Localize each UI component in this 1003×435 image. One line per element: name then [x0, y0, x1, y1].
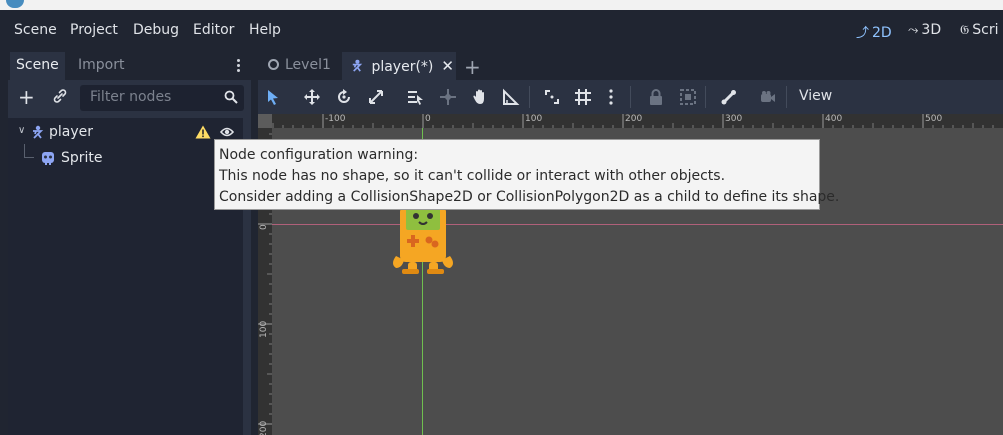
ruler-label: 200: [259, 420, 269, 435]
dock-menu-icon[interactable]: [237, 57, 243, 74]
smart-snap-icon[interactable]: [543, 88, 561, 106]
skeleton-bone-icon[interactable]: [720, 88, 738, 106]
2d-mode-icon: ⤴: [856, 26, 870, 41]
ruler-label: 0: [425, 114, 431, 124]
scene-dock: Scene Import + Filter nodes ∨ player Spr…: [8, 52, 251, 435]
pivot-tool-icon[interactable]: [439, 88, 457, 106]
close-tab-icon[interactable]: ✕: [441, 57, 454, 75]
snap-options-icon[interactable]: [607, 88, 615, 106]
ruler-corner: [258, 114, 272, 128]
scene-tabs: Level1 player(*) ✕ +: [258, 52, 1003, 80]
tooltip-line: Consider adding a CollisionShape2D or Co…: [219, 189, 840, 205]
menu-project[interactable]: Project: [70, 22, 118, 38]
ruler-label: 200: [625, 114, 643, 124]
list-select-tool-icon[interactable]: [406, 88, 424, 106]
mode-script-button[interactable]: 𝔊 Scri: [960, 22, 998, 38]
grid-snap-icon[interactable]: [574, 88, 592, 106]
visibility-eye-icon[interactable]: [219, 125, 235, 139]
x-axis-line: [272, 224, 1003, 225]
ruler-label: 100: [259, 320, 269, 338]
ruler-label: 0: [259, 224, 269, 230]
editor-area: Level1 player(*) ✕ + View -100 0 100 200…: [258, 52, 1003, 435]
scale-tool-icon[interactable]: [367, 88, 385, 106]
sprite-icon: [41, 151, 55, 165]
group-icon[interactable]: [679, 88, 697, 106]
node-warning-tooltip: Node configuration warning: This node ha…: [214, 139, 840, 210]
scene-tab-level1[interactable]: Level1: [268, 52, 342, 80]
menu-debug[interactable]: Debug: [133, 22, 179, 38]
menu-scene[interactable]: Scene: [14, 22, 57, 38]
select-tool-icon[interactable]: [264, 88, 282, 106]
add-node-icon[interactable]: +: [18, 85, 35, 109]
kinematic-body-icon: [30, 125, 44, 139]
window-titlebar: [0, 0, 1003, 10]
camera-icon[interactable]: [759, 88, 777, 106]
lock-icon[interactable]: [647, 88, 665, 106]
pan-tool-icon[interactable]: [471, 88, 489, 106]
tab-scene[interactable]: Scene: [10, 52, 65, 80]
collapse-arrow-icon[interactable]: ∨: [18, 125, 25, 136]
rotate-tool-icon[interactable]: [335, 88, 353, 106]
search-icon: [224, 90, 238, 104]
dock-toolbar: + Filter nodes: [8, 80, 251, 116]
scene-tab-player[interactable]: player(*) ✕: [342, 52, 456, 80]
tooltip-line: This node has no shape, so it can't coll…: [219, 168, 726, 184]
tree-item-sprite[interactable]: Sprite: [8, 146, 243, 172]
move-tool-icon[interactable]: [303, 88, 321, 106]
ruler-horizontal: -100 0 100 200 300 400 500: [272, 114, 1003, 128]
menu-bar: Scene Project Debug Editor Help ⤴ 2D ⤳ 3D …: [0, 10, 1003, 52]
toolbar-separator: [630, 86, 631, 108]
tree-item-player[interactable]: ∨ player: [8, 120, 243, 146]
mode-3d-button[interactable]: ⤳ 3D: [908, 22, 941, 38]
instance-scene-icon[interactable]: [52, 88, 68, 108]
toolbar-separator: [705, 86, 706, 108]
ruler-tool-icon[interactable]: [502, 88, 520, 106]
warning-icon[interactable]: [195, 125, 211, 139]
ruler-label: -100: [325, 114, 346, 124]
canvas-toolbar: View: [258, 80, 1003, 114]
tab-import[interactable]: Import: [72, 52, 130, 80]
toolbar-separator: [786, 86, 787, 108]
filter-nodes-input[interactable]: Filter nodes: [80, 85, 244, 111]
tooltip-title: Node configuration warning:: [219, 147, 419, 163]
menu-help[interactable]: Help: [249, 22, 281, 38]
ruler-label: 500: [925, 114, 943, 124]
dock-tabs: Scene Import: [8, 52, 251, 80]
player-sprite[interactable]: [388, 206, 458, 276]
node2d-circle-icon: [268, 59, 279, 70]
new-scene-tab-icon[interactable]: +: [464, 55, 481, 79]
godot-logo-icon: [6, 0, 24, 8]
kinematic-body-icon: [350, 59, 371, 75]
toolbar-separator: [529, 86, 530, 108]
script-icon: 𝔊: [960, 23, 970, 38]
ruler-label: 100: [525, 114, 543, 124]
ruler-label: 300: [725, 114, 743, 124]
mode-2d-button[interactable]: ⤴ 2D: [856, 22, 892, 41]
ruler-label: 400: [825, 114, 843, 124]
3d-mode-icon: ⤳: [908, 23, 919, 38]
menu-editor[interactable]: Editor: [193, 22, 234, 38]
scene-tree: ∨ player Sprite: [8, 118, 243, 435]
view-menu-button[interactable]: View: [799, 88, 832, 104]
